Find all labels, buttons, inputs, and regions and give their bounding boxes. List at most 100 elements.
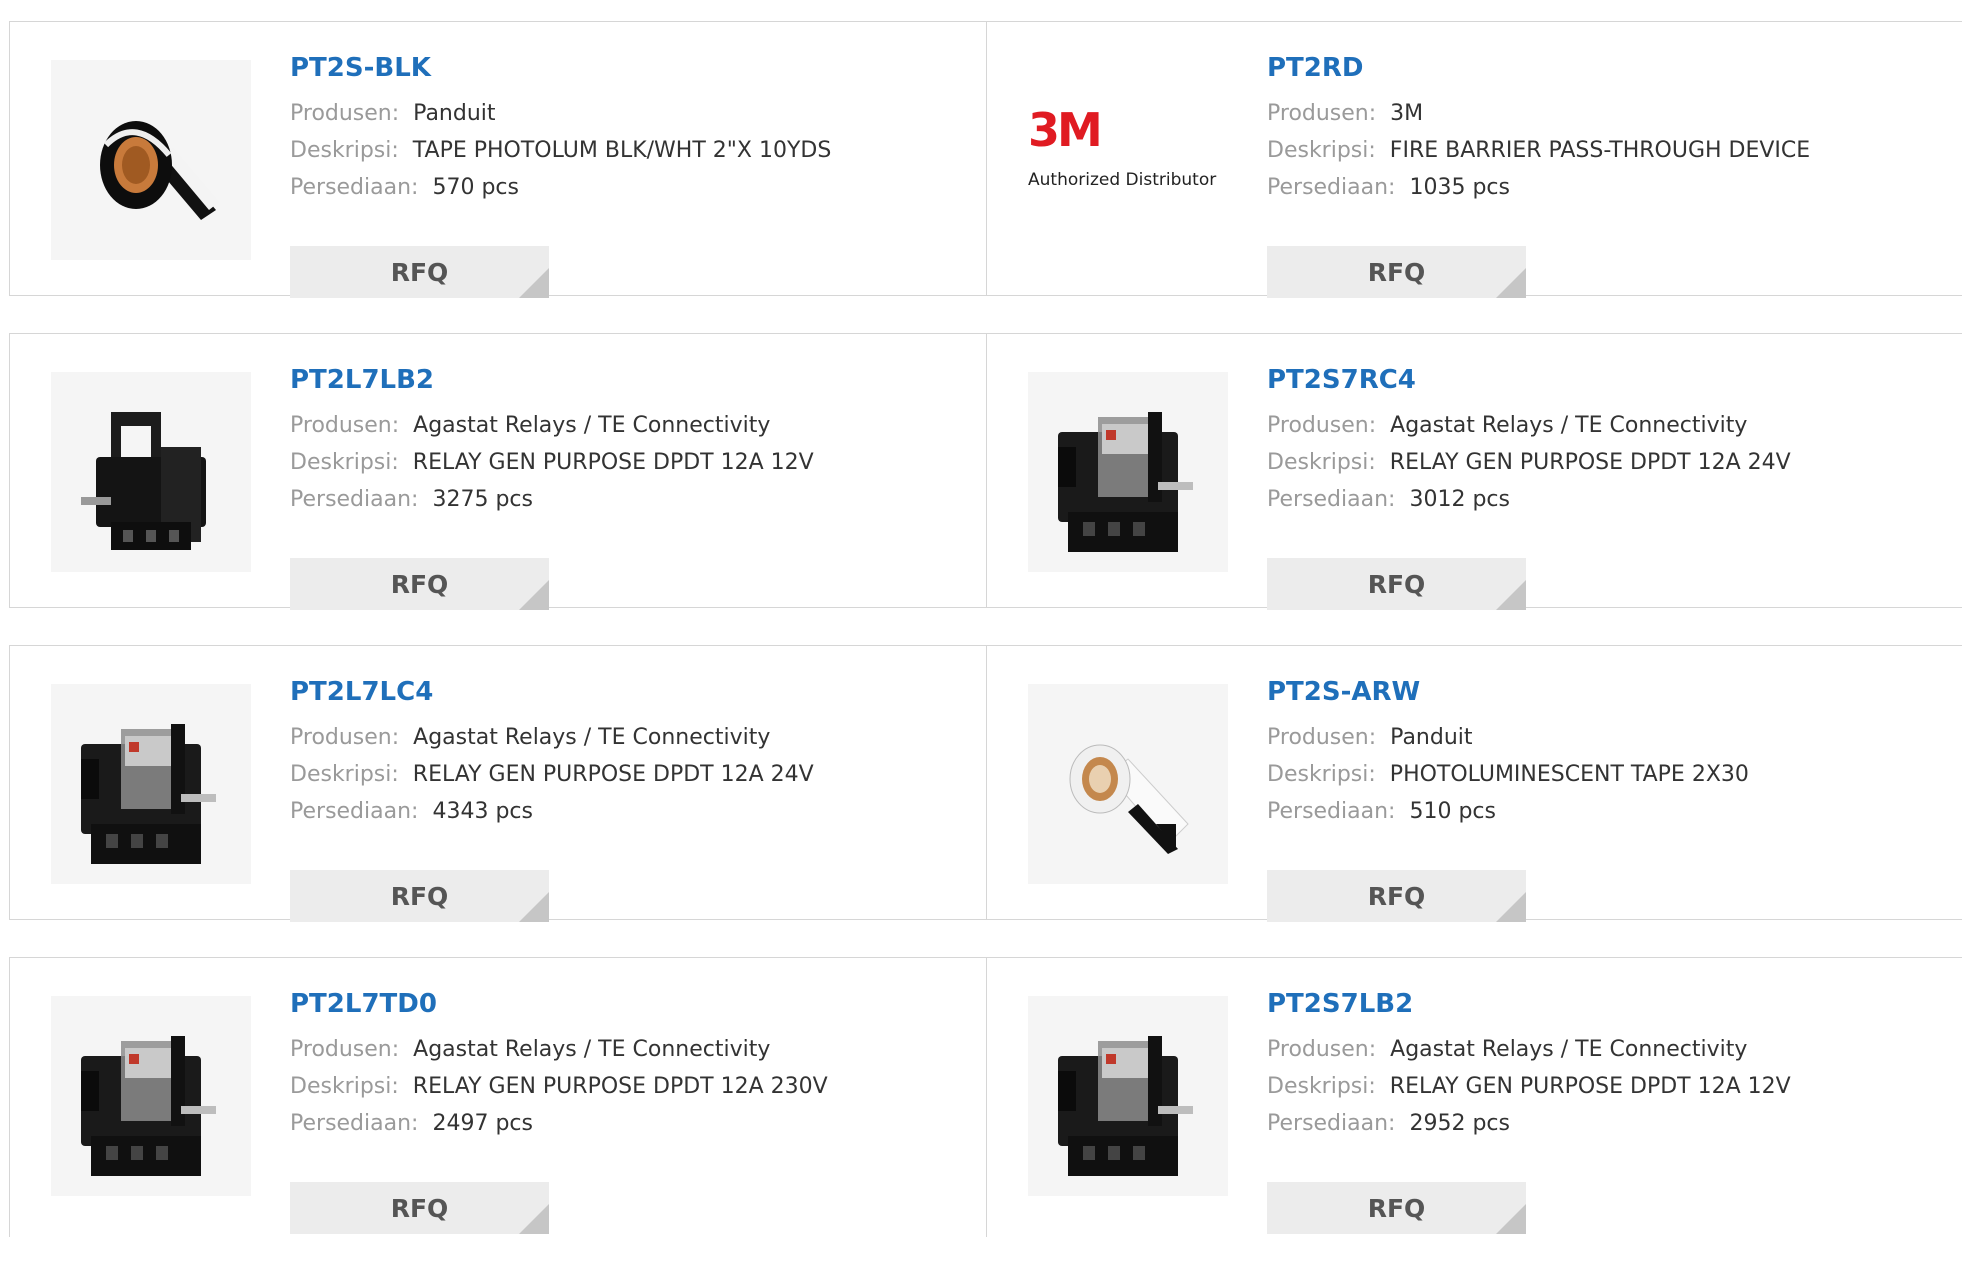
rfq-label: RFQ [390, 257, 449, 287]
rfq-button[interactable]: RFQ [1267, 246, 1526, 298]
manufacturer-value: Agastat Relays / TE Connectivity [413, 413, 771, 438]
product-row: PT2L7LC4 Produsen: Agastat Relays / TE Co… [9, 645, 1962, 922]
rfq-button[interactable]: RFQ [290, 558, 549, 610]
product-row: PT2S-BLK Produsen: Panduit Deskripsi: TAPE… [9, 21, 1962, 298]
manufacturer-value: Agastat Relays / TE Connectivity [413, 1037, 771, 1062]
corner-triangle-icon [519, 1204, 549, 1234]
rfq-button[interactable]: RFQ [290, 870, 549, 922]
relay-image[interactable] [1028, 996, 1228, 1196]
stock-value: 4343 pcs [432, 799, 533, 824]
corner-triangle-icon [1496, 1204, 1526, 1234]
product-info: PT2L7LC4 Produsen: Agastat Relays / TE Co… [290, 675, 970, 922]
relay-image[interactable] [51, 684, 251, 884]
product-card: PT2S7RC4 Produsen: Agastat Relays / TE Co… [986, 334, 1962, 610]
tape-roll-arrow-image[interactable] [1028, 684, 1228, 884]
rfq-label: RFQ [1367, 881, 1426, 911]
product-info: PT2S-BLK Produsen: Panduit Deskripsi: TAPE… [290, 51, 970, 298]
stock-value: 570 pcs [432, 175, 519, 200]
stock-line: Persediaan: 2952 pcs [1267, 1105, 1947, 1142]
manufacturer-label: Produsen: [1267, 1037, 1377, 1062]
rfq-button[interactable]: RFQ [290, 246, 549, 298]
rfq-label: RFQ [390, 1193, 449, 1223]
product-info: PT2L7LB2 Produsen: Agastat Relays / TE Co… [290, 363, 970, 610]
stock-line: Persediaan: 510 pcs [1267, 793, 1947, 830]
3m-logo-mark: 3M [1028, 103, 1100, 157]
corner-triangle-icon [519, 268, 549, 298]
product-row: PT2L7LB2 Produsen: Agastat Relays / TE Co… [9, 333, 1962, 610]
manufacturer-value: Panduit [1390, 725, 1473, 750]
description-label: Deskripsi: [1267, 138, 1376, 163]
product-info: PT2S7RC4 Produsen: Agastat Relays / TE Co… [1267, 363, 1947, 610]
corner-triangle-icon [519, 580, 549, 610]
manufacturer-label: Produsen: [290, 101, 400, 126]
manufacturer-label: Produsen: [1267, 413, 1377, 438]
rfq-label: RFQ [390, 569, 449, 599]
product-card: PT2L7TD0 Produsen: Agastat Relays / TE Co… [10, 958, 986, 1237]
description-line: Deskripsi: TAPE PHOTOLUM BLK/WHT 2"X 10YD… [290, 132, 970, 169]
manufacturer-label: Produsen: [1267, 101, 1377, 126]
stock-value: 3275 pcs [432, 487, 533, 512]
part-number-link[interactable]: PT2L7LB2 [290, 363, 970, 397]
manufacturer-line: Produsen: 3M [1267, 95, 1947, 132]
product-card: 3M Authorized Distributor PT2RD Produsen… [986, 22, 1962, 298]
manufacturer-value: Agastat Relays / TE Connectivity [1390, 413, 1748, 438]
tape-roll-black-image[interactable] [51, 60, 251, 260]
description-label: Deskripsi: [1267, 762, 1376, 787]
manufacturer-label: Produsen: [290, 725, 400, 750]
part-number-link[interactable]: PT2S-BLK [290, 51, 970, 85]
rfq-button[interactable]: RFQ [290, 1182, 549, 1234]
part-number-link[interactable]: PT2RD [1267, 51, 1947, 85]
stock-line: Persediaan: 3275 pcs [290, 481, 970, 518]
manufacturer-label: Produsen: [1267, 725, 1377, 750]
description-value: RELAY GEN PURPOSE DPDT 12A 24V [1389, 450, 1791, 475]
product-info: PT2S-ARW Produsen: Panduit Deskripsi: PHOT… [1267, 675, 1947, 922]
rfq-button[interactable]: RFQ [1267, 1182, 1526, 1234]
product-card: PT2S-BLK Produsen: Panduit Deskripsi: TAPE… [10, 22, 986, 298]
description-value: PHOTOLUMINESCENT TAPE 2X30 [1389, 762, 1749, 787]
stock-label: Persediaan: [290, 1111, 419, 1136]
description-line: Deskripsi: RELAY GEN PURPOSE DPDT 12A 24V [1267, 444, 1947, 481]
rfq-button[interactable]: RFQ [1267, 558, 1526, 610]
description-label: Deskripsi: [1267, 1074, 1376, 1099]
part-number-link[interactable]: PT2S7LB2 [1267, 987, 1947, 1021]
part-number-link[interactable]: PT2S-ARW [1267, 675, 1947, 709]
description-line: Deskripsi: RELAY GEN PURPOSE DPDT 12A 12V [1267, 1068, 1947, 1105]
rfq-label: RFQ [1367, 257, 1426, 287]
description-label: Deskripsi: [290, 138, 399, 163]
manufacturer-line: Produsen: Agastat Relays / TE Connectivit… [290, 719, 970, 756]
stock-label: Persediaan: [290, 799, 419, 824]
description-value: RELAY GEN PURPOSE DPDT 12A 230V [412, 1074, 828, 1099]
3m-logo-caption: Authorized Distributor [1028, 170, 1216, 190]
stock-label: Persediaan: [1267, 175, 1396, 200]
corner-triangle-icon [1496, 268, 1526, 298]
stock-value: 2952 pcs [1409, 1111, 1510, 1136]
description-label: Deskripsi: [1267, 450, 1376, 475]
part-number-link[interactable]: PT2L7LC4 [290, 675, 970, 709]
manufacturer-value: Agastat Relays / TE Connectivity [413, 725, 771, 750]
rfq-label: RFQ [1367, 569, 1426, 599]
rfq-label: RFQ [1367, 1193, 1426, 1223]
part-number-link[interactable]: PT2S7RC4 [1267, 363, 1947, 397]
corner-triangle-icon [519, 892, 549, 922]
manufacturer-line: Produsen: Agastat Relays / TE Connectivit… [1267, 1031, 1947, 1068]
relay-image[interactable] [1028, 372, 1228, 572]
description-line: Deskripsi: RELAY GEN PURPOSE DPDT 12A 24V [290, 756, 970, 793]
part-number-link[interactable]: PT2L7TD0 [290, 987, 970, 1021]
manufacturer-line: Produsen: Agastat Relays / TE Connectivit… [290, 407, 970, 444]
stock-label: Persediaan: [1267, 1111, 1396, 1136]
product-card: PT2S-ARW Produsen: Panduit Deskripsi: PHOT… [986, 646, 1962, 922]
3m-logo-image[interactable]: 3M Authorized Distributor [1028, 60, 1228, 260]
relay-socket-image[interactable] [51, 372, 251, 572]
manufacturer-line: Produsen: Agastat Relays / TE Connectivit… [290, 1031, 970, 1068]
product-info: PT2RD Produsen: 3M Deskripsi: FIRE BARRIER… [1267, 51, 1947, 298]
relay-image[interactable] [51, 996, 251, 1196]
description-line: Deskripsi: RELAY GEN PURPOSE DPDT 12A 230… [290, 1068, 970, 1105]
stock-line: Persediaan: 4343 pcs [290, 793, 970, 830]
stock-value: 510 pcs [1409, 799, 1496, 824]
rfq-label: RFQ [390, 881, 449, 911]
rfq-button[interactable]: RFQ [1267, 870, 1526, 922]
description-value: RELAY GEN PURPOSE DPDT 12A 24V [412, 762, 814, 787]
corner-triangle-icon [1496, 892, 1526, 922]
manufacturer-value: 3M [1390, 101, 1424, 126]
corner-triangle-icon [1496, 580, 1526, 610]
